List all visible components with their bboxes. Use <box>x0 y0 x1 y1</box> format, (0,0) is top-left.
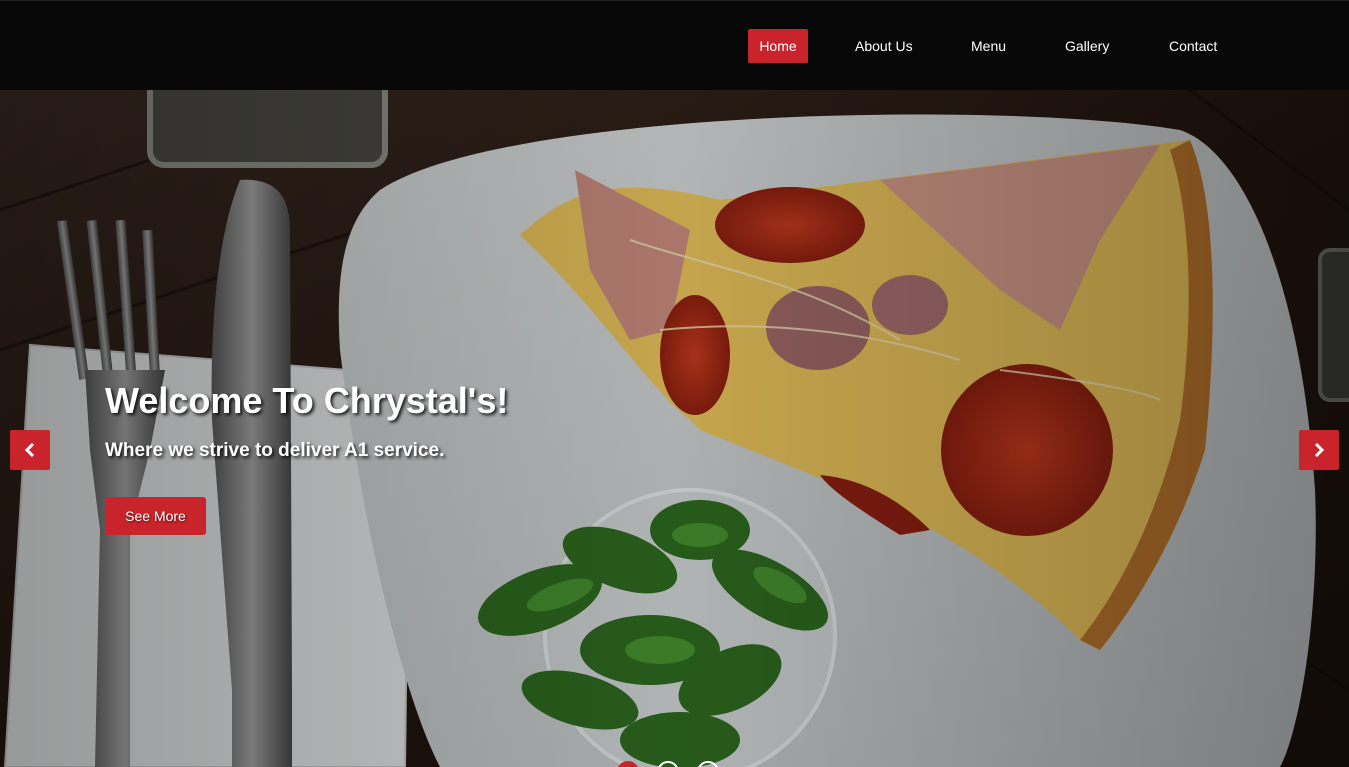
nav-about-link[interactable]: About Us <box>843 29 913 63</box>
carousel-indicator-3[interactable] <box>697 761 719 767</box>
hero-carousel: Welcome To Chrystal's! Where we strive t… <box>0 90 1349 767</box>
chevron-right-icon <box>1314 443 1325 457</box>
carousel-indicator-2[interactable] <box>657 761 679 767</box>
carousel-prev-button[interactable] <box>10 430 50 470</box>
carousel-indicator-1[interactable] <box>617 761 639 767</box>
nav-gallery-link[interactable]: Gallery <box>1053 29 1109 63</box>
carousel-indicators <box>617 761 719 767</box>
see-more-button[interactable]: See More <box>105 497 206 535</box>
carousel-next-button[interactable] <box>1299 430 1339 470</box>
nav-menu-link[interactable]: Menu <box>959 29 1006 63</box>
nav-home-link[interactable]: Home <box>748 29 808 63</box>
top-navbar: Home About Us Menu Gallery Contact <box>0 0 1349 90</box>
hero-title: Welcome To Chrystal's! <box>105 380 509 421</box>
hero-background-image <box>0 90 1349 767</box>
chevron-left-icon <box>24 443 35 457</box>
nav-contact-link[interactable]: Contact <box>1157 29 1217 63</box>
hero-subtitle: Where we strive to deliver A1 service. <box>105 440 445 461</box>
